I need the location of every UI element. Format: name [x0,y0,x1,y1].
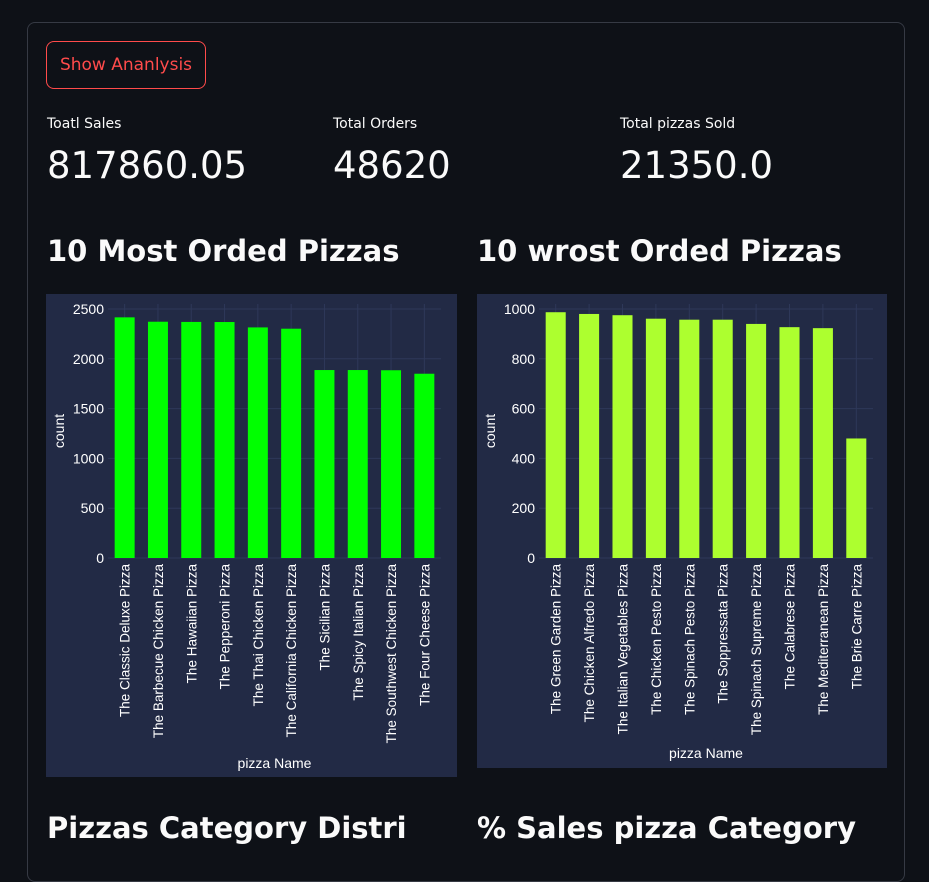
x-tick-label: The Brie Carre Pizza [849,564,864,690]
x-axis-label: pizza Name [238,755,312,771]
x-tick-label: The Spicy Italian Pizza [351,564,366,701]
bar[interactable] [545,312,566,558]
metric-total-sales: Toatl Sales 817860.05 [47,116,247,187]
bar[interactable] [779,327,800,558]
bar[interactable] [381,370,402,558]
x-tick-label: The Italian Vegetables Pizza [616,564,631,735]
most-ordered-chart-svg: 0 500 1000 1500 2000 2500 The Classic Deluxe P… [51,301,441,771]
heading-category-distribution: Pizzas Category Distri [47,811,407,845]
worst-ordered-chart[interactable]: 0 200 400 600 800 1000 The Green Garden Pizza T… [477,294,887,768]
worst-ordered-chart-svg: 0 200 400 600 800 1000 The Green Garden Pizza T… [482,301,873,761]
x-tick-label: The Thai Chicken Pizza [251,564,266,707]
metric-label: Total Orders [333,116,418,132]
bar[interactable] [414,373,435,558]
y-tick-label: 500 [81,500,105,516]
metric-value: 21350.0 [620,144,774,187]
bar[interactable] [281,328,302,558]
y-axis-label: count [482,414,498,448]
x-tick-label: The Classic Deluxe Pizza [118,564,133,718]
bar[interactable] [712,319,733,558]
bar[interactable] [812,328,833,558]
x-tick-label: The Chicken Pesto Pizza [649,564,664,715]
bar[interactable] [214,322,235,558]
heading-most-ordered: 10 Most Orded Pizzas [47,234,400,268]
bar[interactable] [746,323,767,558]
metric-total-orders: Total Orders 48620 [333,116,451,187]
x-tick-label: The Four Cheese Pizza [417,564,432,706]
metric-label: Total pizzas Sold [620,116,736,132]
show-analysis-button[interactable]: Show Ananlysis [46,41,206,89]
bar[interactable] [247,327,268,558]
heading-sales-category: % Sales pizza Category [477,811,856,845]
y-tick-label: 1500 [73,401,104,417]
metric-label: Toatl Sales [47,116,122,132]
y-tick-label: 1000 [504,301,535,317]
y-tick-label: 400 [512,450,536,466]
x-tick-label: The Sicilian Pizza [317,564,332,671]
most-ordered-chart[interactable]: 0 500 1000 1500 2000 2500 The Classic Deluxe P… [46,294,457,777]
bar[interactable] [579,313,600,558]
y-tick-label: 200 [512,500,536,516]
bar[interactable] [846,438,867,558]
bar[interactable] [147,321,168,558]
y-tick-label: 800 [512,351,536,367]
x-axis-label: pizza Name [669,745,743,761]
y-tick-label: 0 [527,550,535,566]
y-tick-label: 1000 [73,450,104,466]
x-tick-label: The Mediterranean Pizza [816,564,831,715]
heading-worst-ordered: 10 wrost Orded Pizzas [477,234,842,268]
bar[interactable] [314,370,335,558]
bar[interactable] [612,315,633,558]
x-tick-label: The Green Garden Pizza [549,564,564,715]
x-tick-label: The Soppressata Pizza [716,564,731,704]
metric-total-pizzas-sold: Total pizzas Sold 21350.0 [620,116,773,187]
x-tick-label: The Spinach Supreme Pizza [749,564,764,736]
bar[interactable] [679,319,700,558]
metric-value: 817860.05 [47,144,248,187]
x-tick-label: The Hawaiian Pizza [184,564,199,684]
bar[interactable] [645,318,666,558]
y-tick-label: 600 [512,401,536,417]
x-tick-label: The Pepperoni Pizza [218,564,233,690]
y-tick-label: 2500 [73,301,104,317]
y-tick-label: 0 [96,550,104,566]
x-tick-label: The California Chicken Pizza [284,564,299,738]
x-tick-label: The Chicken Alfredo Pizza [582,564,597,723]
y-axis-label: count [51,414,67,448]
x-tick-label: The Barbecue Chicken Pizza [151,564,166,739]
bar[interactable] [347,370,368,558]
x-tick-label: The Calabrese Pizza [783,564,798,690]
bar[interactable] [114,317,135,558]
x-tick-label: The Spinach Pesto Pizza [682,564,697,715]
y-tick-label: 2000 [73,351,104,367]
metric-value: 48620 [333,144,451,187]
x-tick-label: The Southwest Chicken Pizza [384,564,399,744]
bar[interactable] [181,321,202,558]
